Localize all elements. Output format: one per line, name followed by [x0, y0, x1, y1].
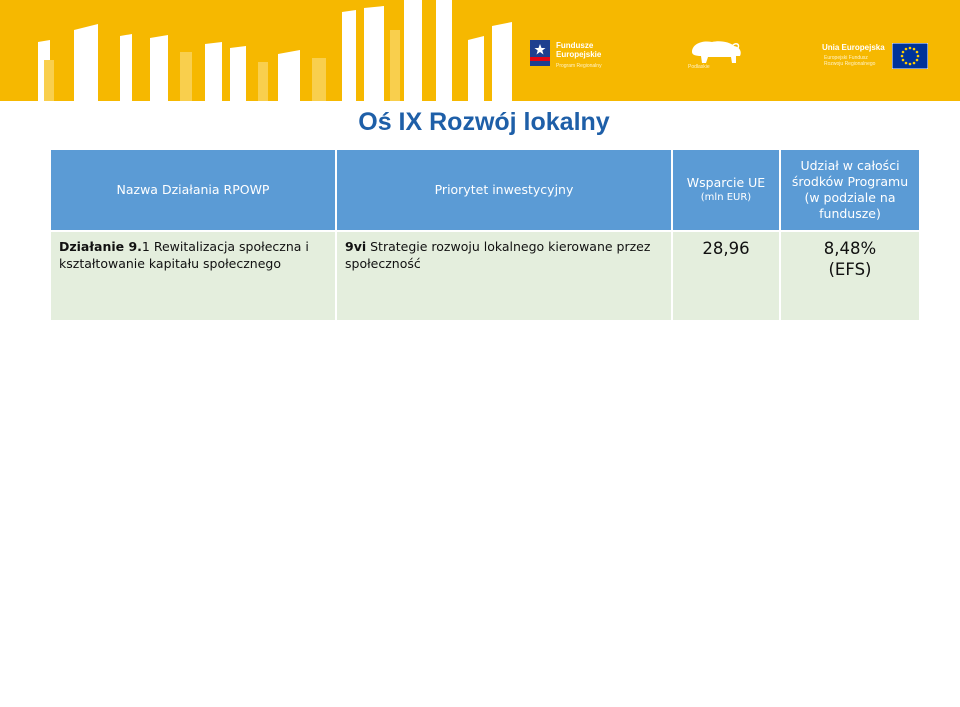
eu-flag-icon: [892, 43, 928, 69]
header-support: Wsparcie UE (mln EUR): [671, 148, 781, 232]
funds-logo: Fundusze Europejskie Program Regionalny: [530, 38, 620, 74]
funds-name-line1: Fundusze: [556, 41, 594, 50]
cell-support: 28,96: [671, 230, 781, 322]
funds-name-line2: Europejskie: [556, 50, 602, 59]
cell-share: 8,48% (EFS): [779, 230, 921, 322]
header-priority: Priorytet inwestycyjny: [335, 148, 673, 232]
share-value: 8,48%: [823, 239, 877, 258]
table-row: Działanie 9.1 Rewitalizacja społeczna i …: [49, 230, 921, 322]
eu-logo: Unia Europejska Europejski Fundusz Rozwoj…: [820, 42, 932, 72]
bison-icon: [692, 41, 741, 63]
funds-sub: Program Regionalny: [556, 63, 602, 69]
cell-action: Działanie 9.1 Rewitalizacja społeczna i …: [49, 230, 337, 322]
eu-name: Unia Europejska: [822, 43, 885, 52]
data-table: Nazwa Działania RPOWP Priorytet inwestyc…: [49, 148, 921, 322]
region-logo: Podlaskie: [686, 38, 744, 70]
priority-code: 9vi: [345, 239, 367, 254]
header-banner: Fundusze Europejskie Program Regionalny P…: [0, 0, 960, 101]
priority-text: Strategie rozwoju lokalnego kierowane pr…: [345, 239, 651, 271]
header-support-unit: (mln EUR): [700, 192, 752, 203]
table-header-row: Nazwa Działania RPOWP Priorytet inwestyc…: [49, 148, 921, 232]
page-title: Oś IX Rozwój lokalny: [358, 108, 610, 136]
region-sub: Podlaskie: [688, 64, 710, 70]
header-support-label: Wsparcie UE: [686, 175, 766, 190]
header-action: Nazwa Działania RPOWP: [49, 148, 337, 232]
stars-flag-icon: [530, 40, 550, 66]
cell-priority: 9vi Strategie rozwoju lokalnego kierowan…: [335, 230, 673, 322]
share-fund: (EFS): [828, 260, 872, 279]
action-code: Działanie 9.: [59, 239, 142, 254]
decorative-shapes: [38, 0, 512, 101]
eu-sub-line2: Rozwoju Regionalnego: [824, 61, 876, 67]
header-share: Udział w całości środków Programu (w pod…: [779, 148, 921, 232]
